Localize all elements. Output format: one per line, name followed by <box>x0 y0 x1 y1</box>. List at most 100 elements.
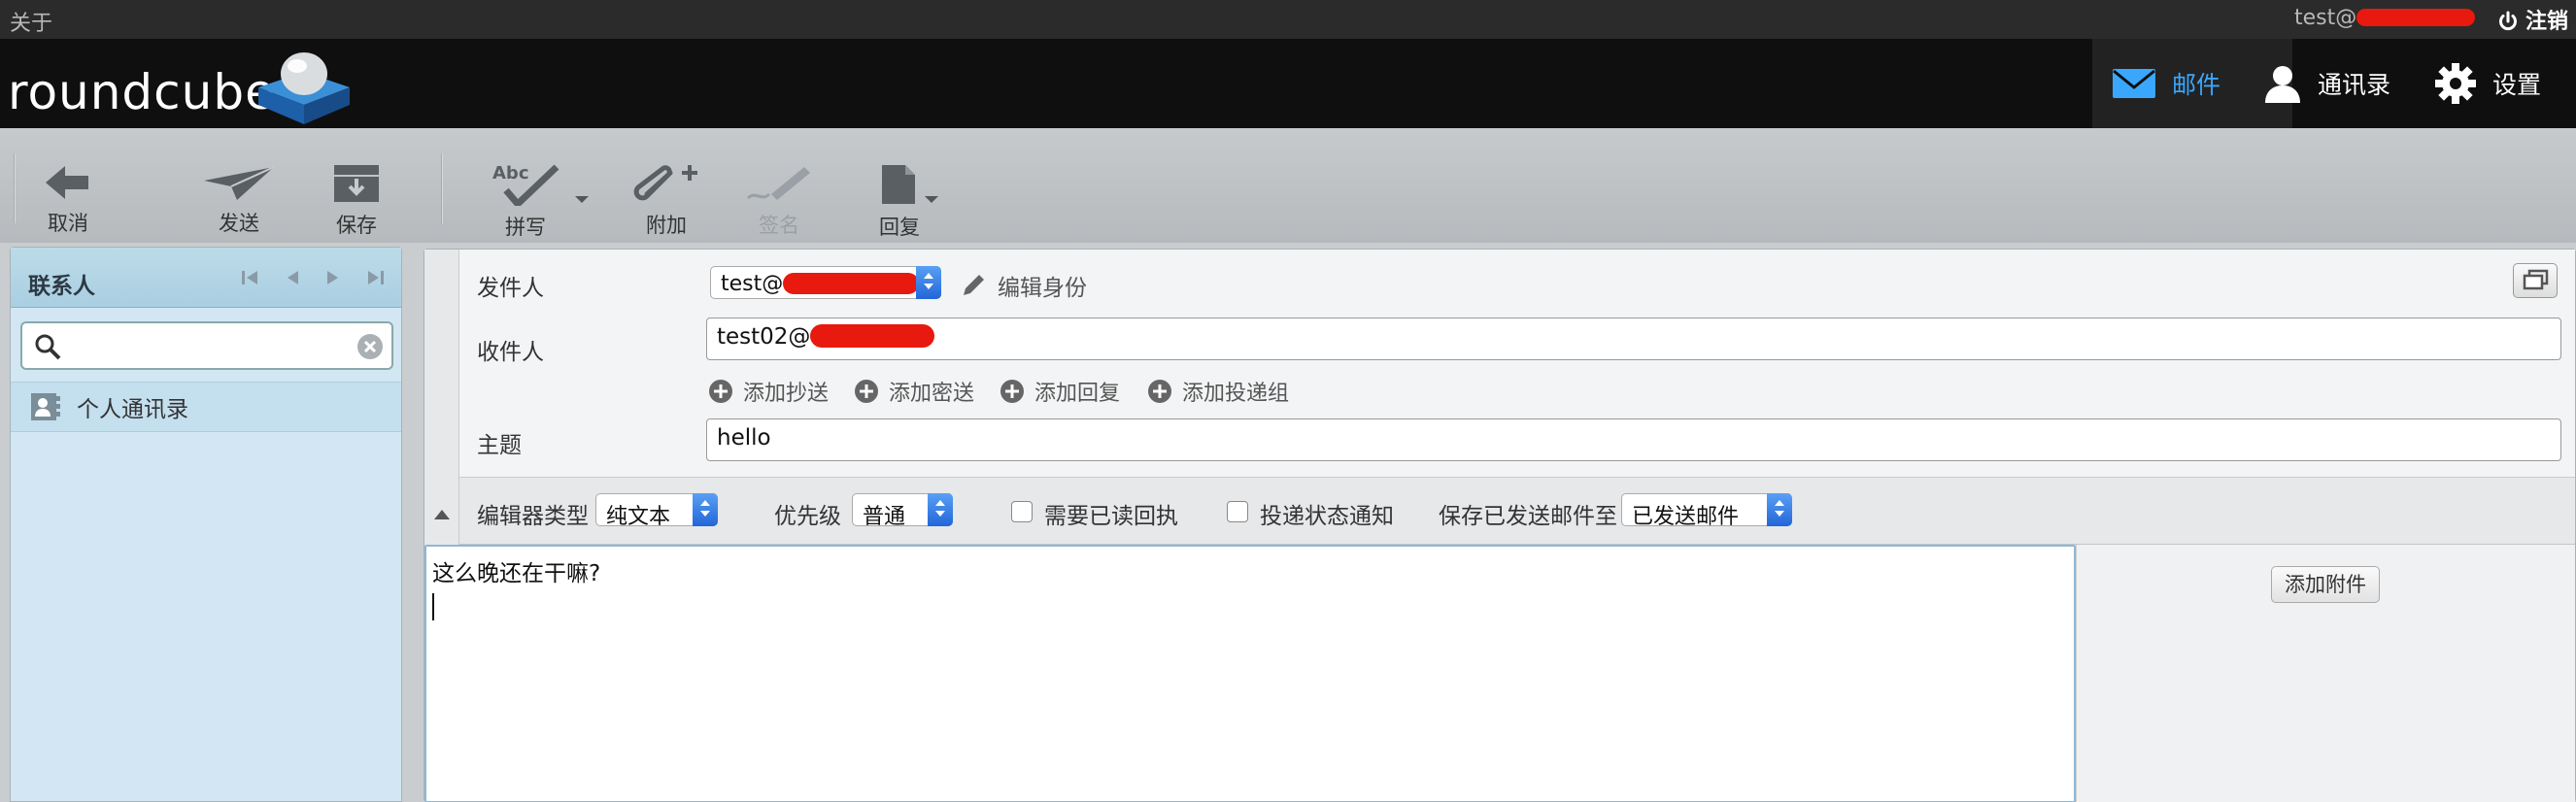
last-page-icon[interactable] <box>366 269 386 286</box>
from-select[interactable]: test@ <box>710 266 941 299</box>
reply-dropdown-icon[interactable] <box>925 196 938 203</box>
nav-contacts[interactable]: 通讯录 <box>2263 39 2390 128</box>
pencil-icon <box>964 275 984 295</box>
send-button[interactable]: 发送 <box>200 163 278 237</box>
priority-select[interactable]: 普通 <box>852 493 953 529</box>
plus-circle-icon <box>1148 380 1171 403</box>
contacts-pager <box>240 269 386 286</box>
text-caret <box>432 593 434 620</box>
contacts-search-input[interactable] <box>20 321 393 370</box>
reply-label: 回复 <box>879 216 920 239</box>
add-attachment-button[interactable]: 添加附件 <box>2271 566 2380 603</box>
paper-plane-icon <box>204 166 275 200</box>
message-body-editor[interactable]: 这么晚还在干嘛? <box>424 545 2076 802</box>
add-bcc-label: 添加密送 <box>889 382 975 406</box>
select-arrow-icon <box>928 493 953 526</box>
nav-settings[interactable]: 设置 <box>2434 39 2541 128</box>
spellcheck-label: 拼写 <box>505 216 546 239</box>
logout-label: 注销 <box>2525 10 2569 34</box>
compose-headers: 发件人 test@ 编辑身份 收件人 test02@ 添加抄送 添加密送 添加回… <box>424 250 2575 477</box>
redacted-block <box>783 273 920 294</box>
window-resize-button[interactable] <box>2513 263 2558 298</box>
attach-label: 附加 <box>646 214 687 237</box>
clear-search-icon[interactable] <box>356 333 384 360</box>
attach-button[interactable]: 附加 <box>631 163 701 239</box>
subject-label: 主题 <box>477 433 522 458</box>
prev-page-icon[interactable] <box>285 269 300 286</box>
back-arrow-icon <box>46 166 88 199</box>
add-cc-link[interactable]: 添加抄送 <box>708 376 829 407</box>
add-reply-to-label: 添加回复 <box>1034 382 1121 406</box>
to-value: test02@ <box>717 324 811 350</box>
spellcheck-icon: Abc <box>492 163 559 206</box>
person-icon <box>2265 66 2300 103</box>
priority-value: 普通 <box>863 505 906 529</box>
spellcheck-button[interactable]: Abc 拼写 <box>484 163 567 241</box>
addressbook-personal[interactable]: 个人通讯录 <box>11 382 401 432</box>
redacted-block <box>810 324 935 348</box>
add-followup-to-label: 添加投递组 <box>1182 382 1290 406</box>
signature-button[interactable]: 签名 <box>742 163 816 239</box>
editor-type-select[interactable]: 纯文本 <box>595 493 718 529</box>
add-reply-to-link[interactable]: 添加回复 <box>1000 376 1120 407</box>
redacted-block <box>2356 9 2476 26</box>
read-receipt-checkbox[interactable] <box>1011 501 1033 522</box>
add-followup-to-link[interactable]: 添加投递组 <box>1147 376 1289 407</box>
select-arrow-icon <box>1767 493 1792 526</box>
first-page-icon[interactable] <box>240 269 259 286</box>
paperclip-plus-icon <box>633 165 697 201</box>
from-value: test@ <box>721 272 784 296</box>
contacts-panel-header: 联系人 <box>11 248 401 308</box>
headers-gutter <box>424 250 459 545</box>
reply-button[interactable]: 回复 <box>868 163 931 241</box>
save-sent-value: 已发送邮件 <box>1632 505 1740 529</box>
delivery-status-checkbox[interactable] <box>1227 501 1248 522</box>
windows-icon <box>2523 269 2549 290</box>
add-bcc-link[interactable]: 添加密送 <box>854 376 974 407</box>
save-sent-label: 保存已发送邮件至 <box>1439 504 1617 529</box>
delivery-status-label: 投递状态通知 <box>1260 504 1394 529</box>
editor-type-value: 纯文本 <box>606 505 671 529</box>
nav-contacts-label: 通讯录 <box>2318 71 2391 99</box>
edit-identity-link[interactable]: 编辑身份 <box>961 269 1087 302</box>
message-body-text: 这么晚还在干嘛? <box>432 561 601 586</box>
compose-form: 发件人 test@ 编辑身份 收件人 test02@ 添加抄送 添加密送 添加回… <box>424 249 2576 802</box>
nav-mail-label: 邮件 <box>2172 71 2221 99</box>
collapse-up-icon[interactable] <box>432 508 452 521</box>
save-button[interactable]: 保存 <box>330 163 383 239</box>
save-sent-select[interactable]: 已发送邮件 <box>1621 493 1792 529</box>
about-link[interactable]: 关于 <box>10 6 52 37</box>
addressbook-icon <box>31 393 60 420</box>
cube-logo-icon <box>258 52 350 124</box>
logout-button[interactable]: 注销 <box>2498 4 2568 35</box>
toolbar-separator <box>441 153 443 223</box>
plus-circle-icon <box>709 380 732 403</box>
send-label: 发送 <box>219 212 259 235</box>
toolbar: 取消 发送 保存 Abc 拼写 附加 签名 回复 <box>0 128 2576 243</box>
to-label: 收件人 <box>477 340 544 365</box>
spellcheck-dropdown-icon[interactable] <box>575 196 589 203</box>
next-page-icon[interactable] <box>325 269 341 286</box>
power-icon <box>2499 11 2517 31</box>
logo: roundcube <box>8 43 357 124</box>
username: test@ <box>2294 6 2476 30</box>
subject-input[interactable]: hello <box>706 418 2561 461</box>
gear-icon <box>2435 63 2476 104</box>
contacts-panel-title: 联系人 <box>28 274 95 299</box>
add-cc-label: 添加抄送 <box>743 382 830 406</box>
spellcheck-icon-text: Abc <box>492 163 529 184</box>
select-arrow-icon <box>916 266 941 299</box>
to-input[interactable]: test02@ <box>706 317 2561 360</box>
compose-options: 编辑器类型 纯文本 优先级 普通 需要已读回执 投递状态通知 保存已发送邮件至 … <box>424 477 2575 545</box>
plus-circle-icon <box>1000 380 1024 403</box>
edit-identity-label: 编辑身份 <box>998 276 1087 301</box>
save-tray-icon <box>334 165 379 202</box>
top-bar: 关于 test@ 注销 <box>0 0 2576 39</box>
attachments-panel: 添加附件 <box>2076 545 2575 802</box>
priority-label: 优先级 <box>774 504 841 529</box>
cancel-button[interactable]: 取消 <box>39 163 97 237</box>
logo-text: roundcube <box>8 64 276 120</box>
envelope-icon <box>2113 69 2155 98</box>
subject-value: hello <box>717 425 771 451</box>
toolbar-separator <box>14 153 16 223</box>
